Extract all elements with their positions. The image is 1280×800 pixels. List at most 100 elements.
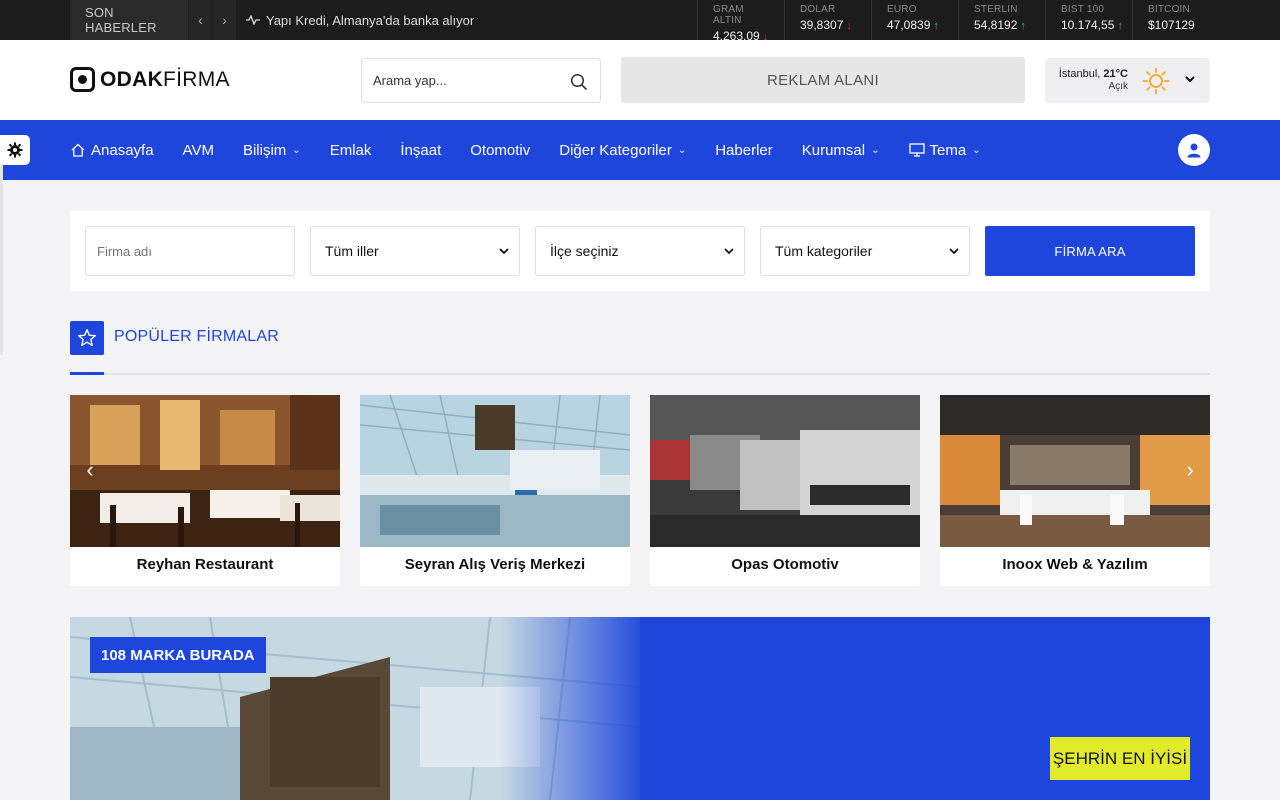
logo-bold-text: ODAK	[100, 67, 164, 91]
banner-tag: 108 MARKA BURADA	[90, 637, 266, 673]
chevron-down-icon	[949, 248, 959, 255]
market-item: GRAM ALTIN 4.263,09 ↓	[697, 0, 784, 40]
market-value: $107129	[1148, 18, 1195, 32]
latest-news-label: SON HABERLER	[70, 0, 188, 40]
nav-item-other-categories[interactable]: Diğer Kategoriler ⌄	[559, 142, 686, 159]
market-value: 47,0839	[887, 18, 931, 32]
side-panel-edge	[0, 165, 3, 355]
mall-image	[360, 395, 630, 547]
chevron-down-icon	[724, 248, 734, 255]
select-value: İlçe seçiniz	[550, 243, 619, 259]
search-box	[361, 58, 601, 103]
arrow-up-icon: ↑	[1020, 20, 1026, 32]
nav-item-otomotiv[interactable]: Otomotiv	[470, 142, 530, 159]
nav-item-home[interactable]: Anasayfa	[70, 142, 154, 159]
banner-fade	[500, 617, 650, 800]
carousel-prev-button[interactable]: ‹	[80, 457, 100, 482]
nav-item-corporate[interactable]: Kurumsal ⌄	[802, 142, 880, 159]
nav-label: Haberler	[715, 141, 773, 159]
market-name: EURO	[887, 4, 917, 15]
banner-cta-button[interactable]: ŞEHRİN EN İYİSİ	[1050, 737, 1190, 780]
nav-item-emlak[interactable]: Emlak	[330, 142, 372, 159]
market-value: 54,8192	[974, 18, 1018, 32]
nav-label: Diğer Kategoriler	[559, 141, 672, 159]
nav-item-theme[interactable]: Tema ⌄	[908, 141, 981, 159]
arrow-down-icon: ↓	[762, 31, 769, 40]
chevron-down-icon: ⌄	[972, 144, 981, 156]
card-title: Inoox Web & Yazılım	[1002, 556, 1148, 573]
restaurant-image	[70, 395, 340, 547]
news-next-button[interactable]: ›	[212, 0, 236, 40]
news-prev-button[interactable]: ‹	[188, 0, 212, 40]
market-item: STERLIN 54,8192 ↑	[958, 0, 1045, 40]
home-icon	[71, 143, 85, 157]
market-name: GRAM ALTIN	[713, 4, 744, 26]
user-account-button[interactable]	[1178, 134, 1210, 166]
card-title: Seyran Alış Veriş Merkezi	[404, 556, 586, 573]
nav-label: Tema	[929, 141, 967, 159]
nav-label: Kurumsal	[801, 141, 866, 159]
search-icon[interactable]	[570, 73, 588, 91]
chevron-down-icon	[499, 248, 509, 255]
nav-label: Anasayfa	[91, 141, 154, 159]
nav-item-insaat[interactable]: İnşaat	[400, 142, 441, 159]
nav-item-bilisim[interactable]: Bilişim ⌄	[243, 142, 301, 159]
car-image	[650, 395, 920, 547]
market-item: BIST 100 10.174,55 ↑	[1045, 0, 1132, 40]
nav-item-avm[interactable]: AVM	[183, 142, 214, 159]
market-item: BITCOIN $107129	[1132, 0, 1205, 40]
company-card[interactable]: Reyhan Restaurant	[70, 395, 340, 586]
company-card[interactable]: Seyran Alış Veriş Merkezi	[360, 395, 630, 586]
user-icon	[1187, 143, 1201, 158]
top-bar: SON HABERLER ‹ › Yapı Kredi, Almanya'da …	[0, 0, 1280, 40]
nav-label: İnşaat	[400, 141, 442, 159]
chevron-left-icon: ‹	[198, 12, 203, 28]
category-select[interactable]: Tüm kategoriler	[760, 226, 970, 276]
weather-temp: 21°C	[1103, 68, 1128, 80]
weather-city: İstanbul,	[1058, 68, 1101, 80]
market-item: DOLAR 39,8307 ↓	[784, 0, 871, 40]
chevron-down-icon	[1185, 76, 1195, 83]
logo-light-text: FİRMA	[163, 67, 230, 91]
company-card[interactable]: Opas Otomotiv	[650, 395, 920, 586]
star-icon	[70, 321, 104, 355]
office-image	[940, 395, 1210, 547]
arrow-down-icon: ↓	[846, 20, 852, 32]
headline-text: Yapı Kredi, Almanya'da banka alıyor	[266, 12, 475, 28]
company-card[interactable]: Inoox Web & Yazılım	[940, 395, 1210, 586]
search-input[interactable]	[373, 73, 563, 88]
logo-camera-icon	[70, 67, 95, 92]
market-value: 10.174,55	[1061, 18, 1115, 32]
nav-label: Bilişim	[242, 141, 287, 159]
arrow-up-icon: ↑	[1117, 20, 1123, 32]
nav-item-news[interactable]: Haberler	[715, 142, 773, 159]
city-select[interactable]: Tüm iller	[310, 226, 520, 276]
chevron-down-icon: ⌄	[292, 144, 301, 156]
gear-icon	[7, 142, 23, 158]
main-nav: Anasayfa AVM Bilişim ⌄ Emlak İnşaat Otomo…	[0, 120, 1280, 180]
card-title: Opas Otomotiv	[731, 556, 839, 573]
select-value: Tüm kategoriler	[775, 243, 873, 259]
nav-label: Emlak	[329, 141, 372, 159]
district-select[interactable]: İlçe seçiniz	[535, 226, 745, 276]
promo-banner[interactable]: 108 MARKA BURADA ŞEHRİN EN İYİSİ	[70, 617, 1210, 800]
news-headline[interactable]: Yapı Kredi, Almanya'da banka alıyor	[236, 13, 474, 28]
weather-widget[interactable]: İstanbul, 21°C Açık	[1045, 58, 1210, 103]
market-value: 4.263,09	[713, 29, 760, 40]
nav-label: AVM	[182, 141, 214, 159]
market-name: STERLIN	[974, 4, 1018, 15]
chevron-down-icon: ⌄	[677, 144, 687, 156]
market-name: BITCOIN	[1148, 4, 1190, 15]
search-company-button[interactable]: FİRMA ARA	[985, 226, 1195, 276]
ad-area[interactable]: REKLAM ALANI	[621, 57, 1025, 103]
nav-label: Otomotiv	[470, 141, 531, 159]
monitor-icon	[908, 143, 925, 157]
settings-button[interactable]	[0, 135, 30, 165]
chevron-right-icon: ›	[1186, 457, 1194, 482]
site-logo[interactable]: ODAKFİRMA	[70, 67, 230, 92]
section-title: POPÜLER FİRMALAR	[114, 328, 280, 345]
market-value: 39,8307	[800, 18, 844, 32]
carousel-next-button[interactable]: ›	[1180, 457, 1200, 482]
company-name-input[interactable]	[85, 226, 295, 276]
sun-icon	[1142, 67, 1170, 95]
